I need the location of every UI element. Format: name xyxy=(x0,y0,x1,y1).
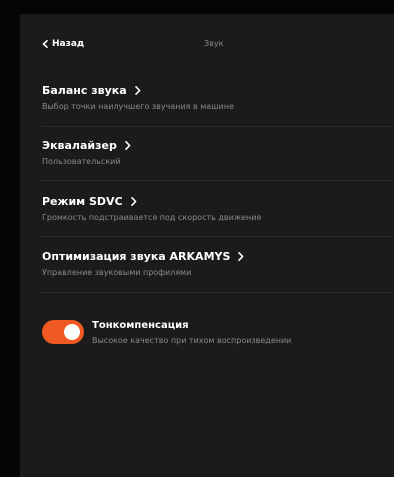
equalizer-label: Эквалайзер xyxy=(42,139,117,152)
back-button[interactable]: Назад xyxy=(42,39,84,49)
screen: Назад Звук Баланс звука Выбор точки наил… xyxy=(0,0,394,477)
sound-balance-label: Баланс звука xyxy=(42,84,127,97)
sdvc-mode-label: Режим SDVC xyxy=(42,195,123,208)
sdvc-mode-item[interactable]: Режим SDVC Громкость подстраивается под … xyxy=(42,195,394,237)
equalizer-subtitle: Пользовательский xyxy=(42,157,121,166)
chevron-right-icon xyxy=(125,141,131,150)
header: Назад Звук xyxy=(20,14,394,76)
back-label: Назад xyxy=(52,39,85,49)
sdvc-mode-subtitle: Громкость подстраивается под скорость дв… xyxy=(42,213,262,222)
chevron-right-icon xyxy=(134,86,141,95)
loudness-compensation-row: Тонкомпенсация Высокое качество при тихо… xyxy=(42,318,394,358)
loudness-subtitle: Высокое качество при тихом воспроизведен… xyxy=(92,336,292,345)
chevron-left-icon xyxy=(42,40,48,48)
sound-balance-subtitle: Выбор точки наилучшего звучания в машине xyxy=(42,102,234,111)
sound-balance-item[interactable]: Баланс звука Выбор точки наилучшего звуч… xyxy=(42,84,394,127)
equalizer-item[interactable]: Эквалайзер Пользовательский xyxy=(42,139,394,181)
chevron-right-icon xyxy=(238,252,244,261)
page-title: Звук xyxy=(204,39,224,48)
arkamys-optimization-label: Оптимизация звука ARKAMYS xyxy=(42,250,231,263)
chevron-right-icon xyxy=(130,197,137,206)
arkamys-optimization-item[interactable]: Оптимизация звука ARKAMYS Управление зву… xyxy=(42,250,394,293)
toggle-knob xyxy=(64,324,80,340)
arkamys-optimization-subtitle: Управление звуковыми профилями xyxy=(42,268,192,277)
loudness-toggle[interactable] xyxy=(42,320,84,344)
loudness-label: Тонкомпенсация xyxy=(92,320,189,331)
sound-settings-panel: Назад Звук Баланс звука Выбор точки наил… xyxy=(20,14,394,477)
